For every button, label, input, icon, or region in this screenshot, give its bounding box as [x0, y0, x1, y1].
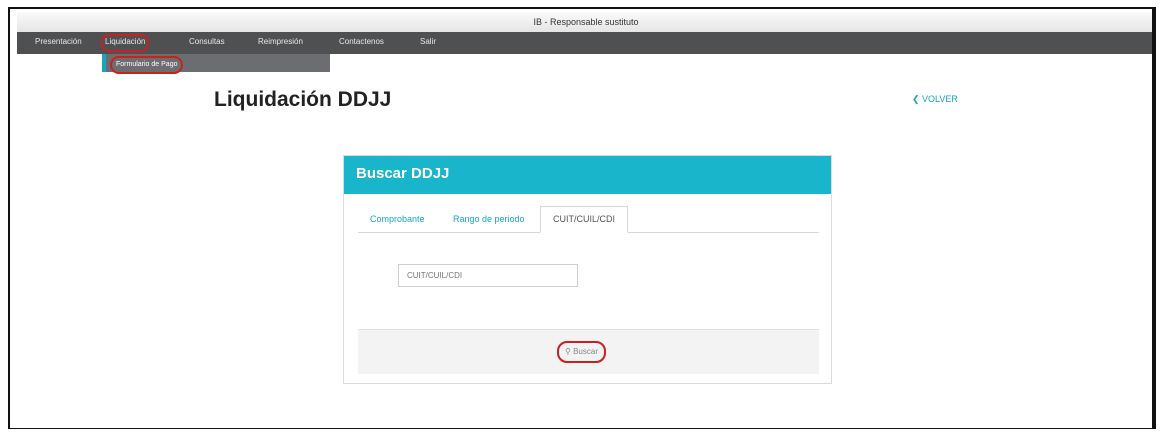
tab-cuit-cuil-cdi[interactable]: CUIT/CUIL/CDI — [540, 206, 628, 233]
search-button[interactable]: ⚲ Buscar — [557, 341, 606, 363]
top-navbar: Presentación Liquidación Consultas Reimp… — [17, 32, 1155, 54]
tab-rango-de-periodo[interactable]: Rango de periodo — [453, 214, 525, 224]
search-panel: Buscar DDJJ Comprobante Rango de periodo… — [343, 155, 832, 384]
window-title: IB - Responsable sustituto — [17, 12, 1155, 32]
page-title: Liquidación DDJJ — [214, 88, 392, 111]
back-link-label: VOLVER — [922, 94, 958, 104]
nav-item-contactenos[interactable]: Contactenos — [339, 32, 384, 54]
search-icon: ⚲ — [565, 347, 574, 356]
nav-item-salir[interactable]: Salir — [420, 32, 436, 54]
liquidacion-dropdown: Formulario de Pago — [102, 54, 330, 74]
right-border — [1152, 7, 1156, 429]
back-link[interactable]: ❮ VOLVER — [912, 94, 958, 105]
nav-item-liquidacion[interactable]: Liquidación — [99, 32, 151, 54]
nav-item-consultas[interactable]: Consultas — [189, 32, 225, 54]
cuit-input[interactable] — [398, 264, 578, 287]
panel-footer: ⚲ Buscar — [358, 329, 819, 374]
chevron-left-icon: ❮ — [912, 94, 923, 104]
submenu-accent-bar — [102, 54, 106, 72]
submenu-item-formulario-de-pago[interactable]: Formulario de Pago — [110, 56, 184, 74]
search-button-label: Buscar — [573, 347, 598, 356]
tab-comprobante[interactable]: Comprobante — [370, 214, 425, 224]
panel-title: Buscar DDJJ — [356, 165, 450, 182]
nav-item-reimpresion[interactable]: Reimpresión — [258, 32, 303, 54]
nav-item-presentacion[interactable]: Presentación — [35, 32, 82, 54]
panel-header: Buscar DDJJ — [344, 156, 831, 194]
frame-bottom-line — [8, 428, 1156, 429]
